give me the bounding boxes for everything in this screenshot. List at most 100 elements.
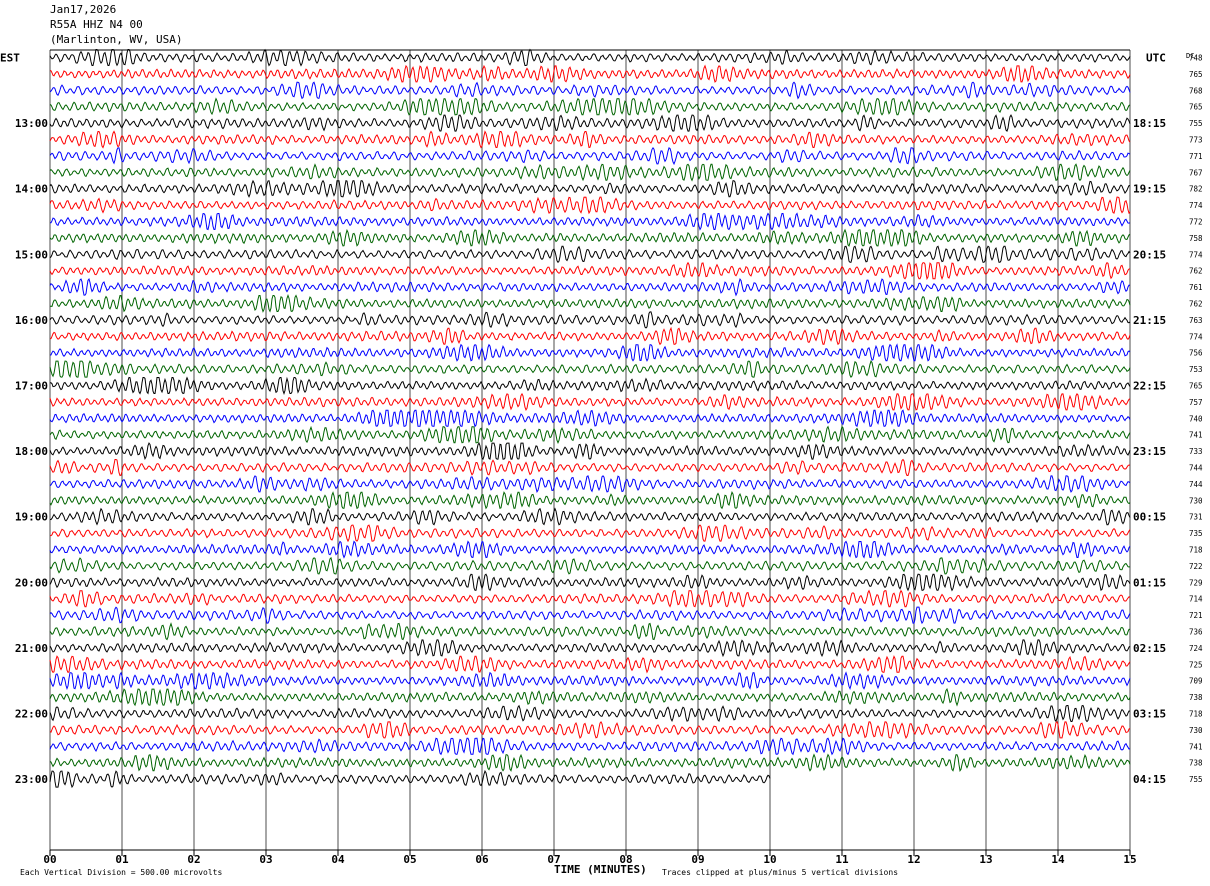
trace-row bbox=[49, 441, 1131, 461]
trace-row bbox=[49, 622, 1131, 641]
dc-offset-value: 718 bbox=[1189, 710, 1203, 719]
trace-row bbox=[49, 147, 1131, 166]
x-tick-label: 11 bbox=[835, 853, 849, 866]
dc-offset-value: 755 bbox=[1189, 775, 1203, 784]
est-hour-label: 18:00 bbox=[15, 445, 48, 458]
dc-offset-value: 714 bbox=[1189, 595, 1203, 604]
est-hour-label: 20:00 bbox=[15, 576, 48, 589]
dc-offset-value: 735 bbox=[1189, 529, 1203, 538]
footer-clip-note: Traces clipped at plus/minus 5 vertical … bbox=[662, 868, 898, 877]
seismic-traces bbox=[49, 48, 1131, 789]
est-hour-label: 22:00 bbox=[15, 708, 48, 721]
dc-offset-value: 782 bbox=[1189, 185, 1203, 194]
trace-row bbox=[49, 425, 1131, 444]
dc-offset-value: 736 bbox=[1189, 628, 1203, 637]
trace-row bbox=[49, 687, 1131, 707]
trace-row bbox=[49, 360, 1131, 379]
dc-offset-value: 765 bbox=[1189, 382, 1203, 391]
dc-offset-value: 733 bbox=[1189, 447, 1203, 456]
x-tick-label: 15 bbox=[1123, 853, 1136, 866]
dc-offset-value: 771 bbox=[1189, 152, 1203, 161]
est-hour-label: 19:00 bbox=[15, 511, 48, 524]
utc-hour-label: 04:15 bbox=[1133, 773, 1166, 786]
dc-offset-value: 724 bbox=[1189, 644, 1203, 653]
trace-row bbox=[49, 376, 1131, 396]
utc-hour-label: 02:15 bbox=[1133, 642, 1166, 655]
trace-row bbox=[49, 491, 1131, 510]
dc-offset-value: 709 bbox=[1189, 677, 1203, 686]
x-tick-label: 05 bbox=[403, 853, 416, 866]
dc-offset-value: 756 bbox=[1189, 349, 1203, 358]
dc-offset-value: 741 bbox=[1189, 742, 1203, 751]
trace-row bbox=[49, 606, 1131, 625]
dc-offset-value: 744 bbox=[1189, 480, 1203, 489]
trace-row bbox=[49, 64, 1131, 83]
helicorder-plot: EST 13:00 14:00 15:00 16:00 17:00 18:00 19:00 20… bbox=[0, 48, 1203, 877]
dc-offset-value: 740 bbox=[1189, 414, 1203, 423]
trace-row bbox=[49, 589, 1131, 608]
trace-row bbox=[49, 671, 1131, 691]
dc-offset-value: 755 bbox=[1189, 119, 1203, 128]
trace-row bbox=[49, 392, 1131, 412]
trace-row bbox=[49, 130, 1131, 149]
trace-row bbox=[49, 655, 1131, 674]
dc-offset-value: 774 bbox=[1189, 332, 1203, 341]
dc-offset-value: 729 bbox=[1189, 578, 1203, 587]
utc-hour-label: 00:15 bbox=[1133, 511, 1166, 524]
trace-row bbox=[49, 81, 1131, 100]
est-hour-label: 14:00 bbox=[15, 183, 48, 196]
trace-row bbox=[49, 163, 1131, 182]
utc-hour-label: 23:15 bbox=[1133, 445, 1166, 458]
utc-hour-label: 01:15 bbox=[1133, 576, 1166, 589]
trace-row bbox=[49, 573, 1131, 592]
trace-row bbox=[49, 343, 1131, 362]
dc-offset-value: 767 bbox=[1189, 168, 1203, 177]
trace-row bbox=[49, 311, 1131, 329]
x-tick-label: 10 bbox=[763, 853, 776, 866]
trace-row bbox=[50, 294, 1131, 313]
est-hour-label: 21:00 bbox=[15, 642, 48, 655]
utc-hour-labels: UTC 18:15 19:15 20:15 21:15 22:15 23:15 00:15 01… bbox=[1133, 52, 1166, 787]
dc-column-label: DC bbox=[1186, 52, 1194, 60]
dc-offset-value: 738 bbox=[1189, 693, 1203, 702]
trace-row bbox=[49, 458, 1131, 477]
trace-row bbox=[49, 540, 1131, 559]
utc-hour-label: 20:15 bbox=[1133, 248, 1166, 261]
dc-offset-value: 758 bbox=[1189, 234, 1203, 243]
dc-offset-value: 762 bbox=[1189, 267, 1203, 276]
dc-offset-value: 725 bbox=[1189, 660, 1203, 669]
dc-offset-value: 762 bbox=[1189, 300, 1203, 309]
x-axis-title: TIME (MINUTES) bbox=[554, 863, 647, 876]
dc-offset-value: 730 bbox=[1189, 496, 1203, 505]
est-hour-label: 16:00 bbox=[15, 314, 48, 327]
trace-row bbox=[49, 704, 1131, 723]
dc-offset-value: 768 bbox=[1189, 86, 1203, 95]
trace-row bbox=[49, 556, 1131, 575]
est-axis-label: EST bbox=[0, 52, 20, 65]
trace-row bbox=[49, 261, 1131, 281]
x-tick-label: 13 bbox=[979, 853, 992, 866]
trace-row bbox=[49, 114, 1131, 133]
trace-row bbox=[50, 524, 1131, 543]
dc-offset-value: 772 bbox=[1189, 218, 1203, 227]
utc-hour-label: 22:15 bbox=[1133, 380, 1166, 393]
dc-offset-value: 721 bbox=[1189, 611, 1203, 620]
utc-hour-label: 18:15 bbox=[1133, 117, 1166, 130]
trace-row bbox=[49, 48, 1131, 67]
footer-scale-note: Each Vertical Division = 500.00 microvol… bbox=[20, 868, 222, 877]
dc-offset-labels: 7487657687657557737717677827747727587747… bbox=[1189, 54, 1203, 785]
dc-offset-value: 722 bbox=[1189, 562, 1203, 571]
x-tick-label: 02 bbox=[187, 853, 200, 866]
trace-row bbox=[50, 212, 1131, 231]
x-tick-label: 01 bbox=[115, 853, 129, 866]
trace-row bbox=[49, 475, 1131, 494]
utc-hour-label: 03:15 bbox=[1133, 708, 1166, 721]
est-hour-labels: EST 13:00 14:00 15:00 16:00 17:00 18:00 19:00 20… bbox=[0, 52, 48, 787]
dc-offset-value: 765 bbox=[1189, 70, 1203, 79]
trace-row bbox=[49, 326, 1131, 346]
trace-row bbox=[49, 97, 1131, 116]
x-tick-label: 03 bbox=[259, 853, 272, 866]
dc-offset-value: 738 bbox=[1189, 759, 1203, 768]
dc-offset-value: 773 bbox=[1189, 136, 1203, 145]
dc-offset-value: 761 bbox=[1189, 283, 1203, 292]
